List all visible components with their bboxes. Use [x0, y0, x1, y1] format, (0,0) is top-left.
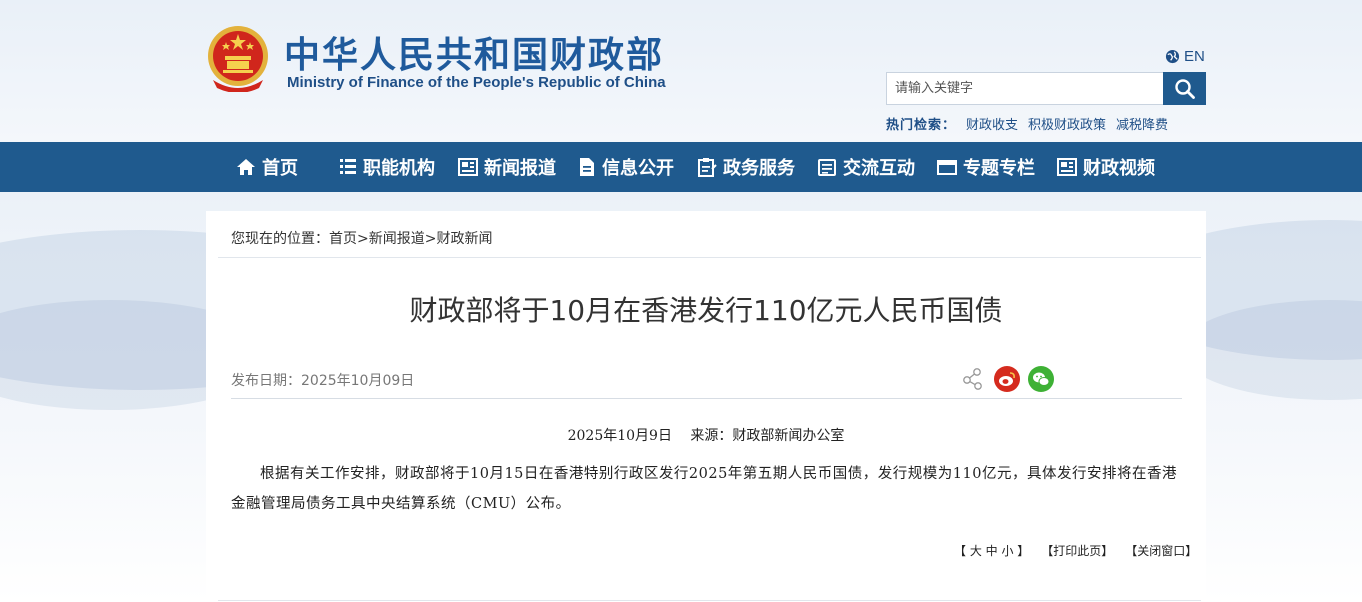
nav-label: 职能机构 — [363, 158, 435, 179]
home-icon — [237, 159, 255, 175]
share-wechat-button[interactable] — [1028, 366, 1054, 392]
nav-label: 首页 — [262, 158, 298, 179]
hot-search-label: 热门检索： — [886, 118, 957, 133]
article-body: 根据有关工作安排，财政部将于10月15日在香港特别行政区发行2025年第五期人民… — [231, 466, 1177, 512]
share-buttons — [960, 366, 1054, 392]
nav-item-home[interactable]: 首页 — [236, 142, 339, 192]
divider — [218, 257, 1201, 258]
hot-link-tax-cuts[interactable]: 减税降费 — [1116, 114, 1168, 133]
close-window-button[interactable]: 【关闭窗口】 — [1125, 542, 1197, 559]
site-title-en: Ministry of Finance of the People's Repu… — [287, 74, 666, 91]
news-icon — [458, 158, 478, 176]
article-tools: 【 大 中 小 】 【打印此页】 【关闭窗口】 — [954, 542, 1197, 559]
nav-item-video[interactable]: 财政视频 — [1057, 142, 1167, 192]
site-title-cn: 中华人民共和国财政部 — [284, 35, 665, 76]
chat-icon — [818, 159, 836, 176]
main-nav: 首页 职能机构 新闻报道 信息公开 政务服务 交流互动 专题专栏 财政视频 — [0, 142, 1362, 192]
nav-item-functions[interactable]: 职能机构 — [339, 142, 458, 192]
breadcrumb-separator: > — [424, 231, 437, 247]
wechat-icon — [1033, 372, 1050, 386]
globe-icon — [1165, 49, 1180, 64]
list-icon — [340, 159, 356, 174]
national-emblem-icon — [208, 26, 268, 92]
divider — [231, 398, 1182, 399]
nav-item-news[interactable]: 新闻报道 — [458, 142, 578, 192]
divider — [218, 600, 1201, 601]
weibo-icon — [999, 372, 1015, 386]
breadcrumb-separator: > — [357, 231, 369, 247]
language-switch[interactable]: EN — [1165, 48, 1205, 65]
site-header: 中华人民共和国财政部 Ministry of Finance of the Pe… — [0, 0, 1362, 142]
hot-link-fiscal-policy[interactable]: 积极财政政策 — [1028, 114, 1106, 133]
print-button[interactable]: 【打印此页】 — [1041, 542, 1113, 559]
nav-item-interaction[interactable]: 交流互动 — [817, 142, 937, 192]
hot-link-fiscal-revenue[interactable]: 财政收支 — [966, 114, 1018, 133]
article-source: 2025年10月9日 来源：财政部新闻办公室 — [567, 428, 845, 444]
font-size-switch[interactable]: 【 大 中 小 】 — [954, 542, 1029, 559]
share-icon — [963, 368, 982, 390]
breadcrumb-finance-news[interactable]: 财政新闻 — [436, 231, 492, 247]
language-label: EN — [1184, 48, 1205, 65]
nav-label: 新闻报道 — [484, 158, 556, 179]
search-icon — [1174, 78, 1195, 99]
share-weibo-button[interactable] — [994, 366, 1020, 392]
article-container: 您现在的位置：首页>新闻报道>财政新闻 财政部将于10月在香港发行110亿元人民… — [206, 211, 1206, 602]
breadcrumb-home[interactable]: 首页 — [329, 231, 357, 247]
nav-item-disclosure[interactable]: 信息公开 — [578, 142, 697, 192]
nav-label: 政务服务 — [723, 158, 795, 179]
nav-item-services[interactable]: 政务服务 — [697, 142, 817, 192]
nav-label: 交流互动 — [843, 158, 915, 179]
breadcrumb-prefix: 您现在的位置： — [231, 231, 329, 247]
window-icon — [937, 160, 957, 175]
clipboard-icon — [698, 158, 717, 177]
search-box — [886, 72, 1206, 105]
search-input[interactable] — [887, 73, 1163, 104]
hot-search: 热门检索： 财政收支 积极财政政策 减税降费 — [886, 114, 1168, 133]
search-button[interactable] — [1163, 72, 1206, 105]
nav-item-special[interactable]: 专题专栏 — [937, 142, 1057, 192]
breadcrumb: 您现在的位置：首页>新闻报道>财政新闻 — [231, 228, 492, 248]
publish-date: 发布日期：2025年10月09日 — [231, 373, 415, 389]
nav-label: 财政视频 — [1083, 158, 1155, 179]
share-generic-button[interactable] — [960, 366, 986, 392]
document-icon — [580, 158, 594, 176]
nav-label: 专题专栏 — [963, 158, 1035, 179]
article-title: 财政部将于10月在香港发行110亿元人民币国债 — [409, 294, 1003, 327]
video-icon — [1057, 158, 1077, 176]
nav-label: 信息公开 — [602, 158, 674, 179]
breadcrumb-news[interactable]: 新闻报道 — [369, 231, 425, 247]
